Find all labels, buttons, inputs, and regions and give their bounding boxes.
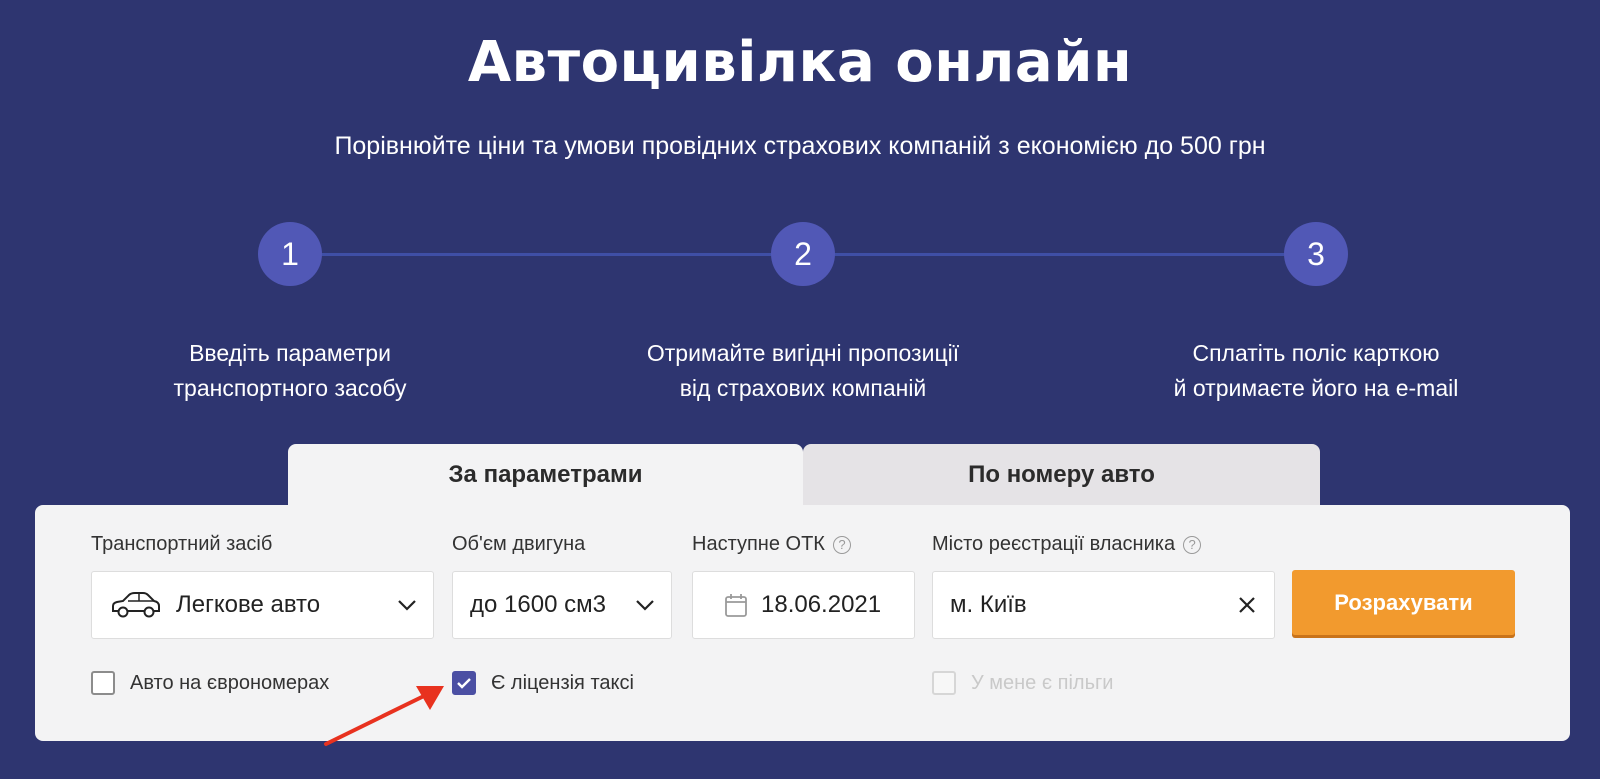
vehicle-label: Транспортний засіб (91, 533, 273, 555)
engine-label: Об'єм двигуна (452, 533, 586, 555)
step-3: 3 Сплатіть поліс карткою й отримаєте йог… (1106, 222, 1526, 406)
city-label-text: Місто реєстрації власника (932, 533, 1176, 555)
step-description: Введіть параметри транспортного засобу (80, 336, 500, 406)
step-text-line: Введіть параметри (189, 340, 391, 366)
close-icon[interactable] (1238, 596, 1256, 614)
euro-plates-label: Авто на єврономерах (130, 671, 330, 694)
calculate-button[interactable]: Розрахувати (1292, 570, 1515, 635)
tab-by-number[interactable]: По номеру авто (803, 444, 1320, 506)
city-label: Місто реєстрації власника ? (932, 533, 1202, 556)
calculator-form: Транспортний засіб Легкове авто Об'єм дв… (35, 505, 1570, 741)
step-1: 1 Введіть параметри транспортного засобу (80, 222, 500, 406)
city-input[interactable]: м. Київ (932, 571, 1275, 639)
step-text-line: від страхових компаній (679, 375, 927, 401)
benefits-checkbox[interactable]: У мене є пільги (932, 671, 1113, 695)
car-icon (110, 591, 162, 619)
step-text-line: й отримаєте його на e-mail (1173, 375, 1459, 401)
help-icon[interactable]: ? (832, 535, 851, 554)
step-description: Сплатіть поліс карткою й отримаєте його … (1106, 336, 1526, 406)
page-title: Автоцивілка онлайн (467, 30, 1133, 95)
benefits-label: У мене є пільги (971, 671, 1114, 694)
engine-select[interactable]: до 1600 см3 (452, 571, 672, 639)
step-number-circle: 1 (258, 222, 322, 286)
inspection-date-value: 18.06.2021 (761, 591, 882, 618)
step-text-line: Отримайте вигідні пропозиції (646, 340, 960, 366)
euro-plates-checkbox[interactable]: Авто на єврономерах (91, 671, 329, 695)
calendar-icon (725, 593, 747, 617)
city-value: м. Київ (950, 591, 1027, 618)
page-subtitle: Порівнюйте ціни та умови провідних страх… (334, 132, 1266, 160)
vehicle-select[interactable]: Легкове авто (91, 571, 434, 639)
taxi-license-label: Є ліцензія таксі (491, 671, 634, 694)
chevron-down-icon (397, 599, 417, 611)
inspection-label: Наступне ОТК ? (692, 533, 851, 556)
annotation-arrow-icon (324, 686, 444, 746)
inspection-date-field[interactable]: 18.06.2021 (692, 571, 915, 639)
tab-by-params[interactable]: За параметрами (288, 444, 803, 506)
step-description: Отримайте вигідні пропозиції від страхов… (593, 336, 1013, 406)
inspection-label-text: Наступне ОТК (692, 533, 825, 555)
step-2: 2 Отримайте вигідні пропозиції від страх… (593, 222, 1013, 406)
checkbox-disabled (932, 671, 956, 695)
step-text-line: транспортного засобу (173, 375, 407, 401)
step-number-circle: 3 (1284, 222, 1348, 286)
help-icon[interactable]: ? (1183, 535, 1202, 554)
chevron-down-icon (635, 599, 655, 611)
checkbox-unchecked[interactable] (91, 671, 115, 695)
engine-value: до 1600 см3 (470, 591, 606, 618)
taxi-license-checkbox[interactable]: Є ліцензія таксі (452, 671, 634, 695)
step-number-circle: 2 (771, 222, 835, 286)
vehicle-value: Легкове авто (176, 591, 321, 618)
step-text-line: Сплатіть поліс карткою (1192, 340, 1440, 366)
